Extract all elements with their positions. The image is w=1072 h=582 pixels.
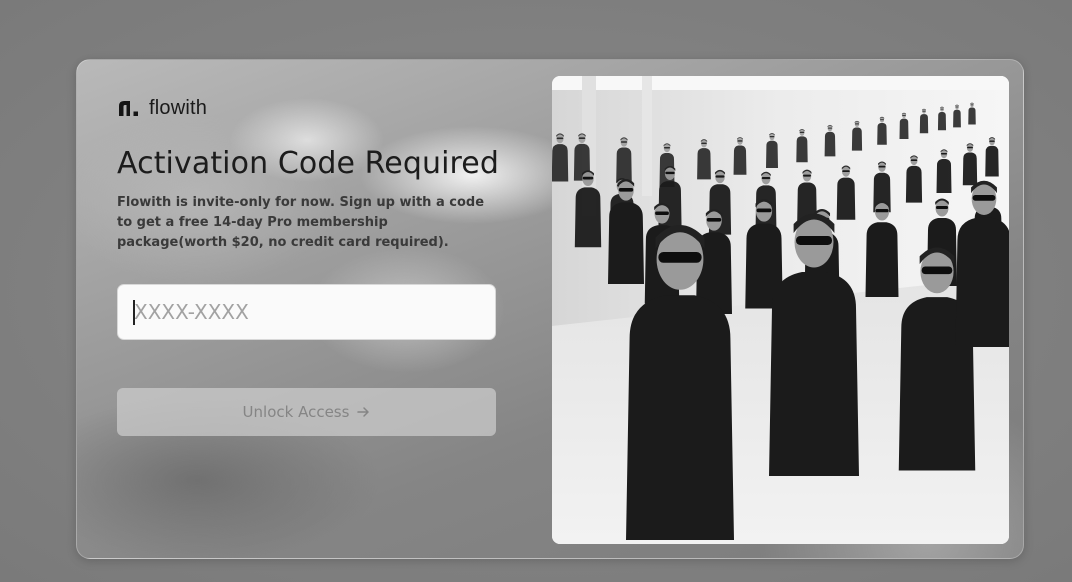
arrow-right-icon (357, 406, 370, 418)
unlock-access-button[interactable]: Unlock Access (117, 388, 496, 436)
unlock-access-label: Unlock Access (242, 403, 350, 421)
agents-crowd-illustration (552, 76, 1009, 544)
activation-code-input[interactable] (117, 284, 496, 340)
activation-dialog: flowith Activation Code Required Flowith… (76, 59, 1024, 559)
dialog-title: Activation Code Required (117, 146, 499, 181)
brand-logo: flowith (117, 96, 207, 120)
hero-image (552, 76, 1009, 544)
dialog-description: Flowith is invite-only for now. Sign up … (117, 195, 485, 250)
brand-name: flowith (149, 96, 208, 119)
text-caret (133, 300, 135, 325)
flowith-logo-icon (117, 99, 140, 117)
